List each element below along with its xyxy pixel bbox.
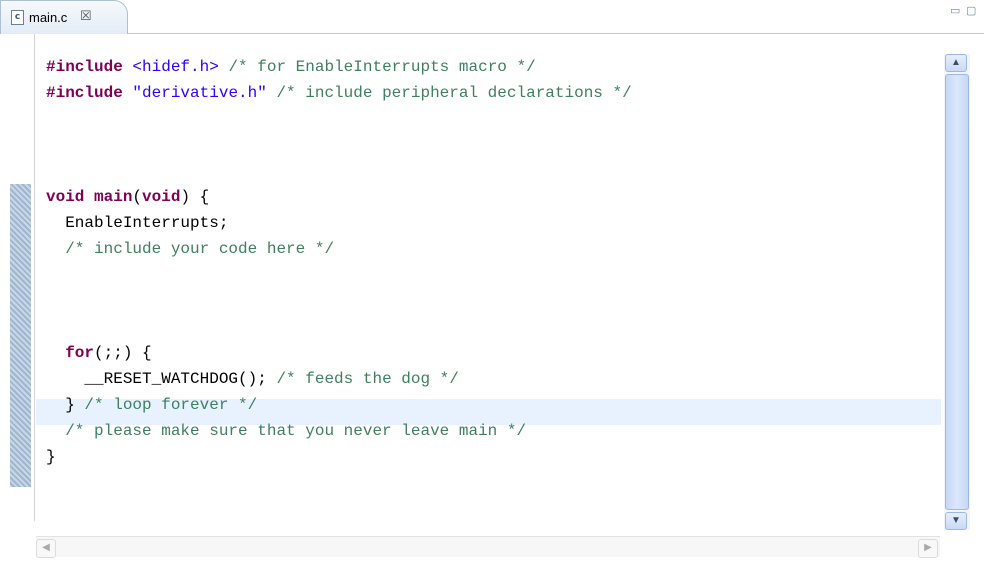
- code-line[interactable]: [46, 288, 632, 314]
- code-token: for: [46, 344, 95, 362]
- code-token: EnableInterrupts;: [46, 214, 229, 232]
- code-token: /* loop forever */: [84, 396, 258, 414]
- code-line[interactable]: [46, 262, 632, 288]
- code-line[interactable]: [46, 158, 632, 184]
- code-token: /* include peripheral declarations */: [266, 84, 632, 102]
- code-token: /* feeds the dog */: [266, 370, 459, 388]
- code-token: /* for EnableInterrupts macro */: [218, 58, 536, 76]
- code-token: (: [132, 188, 143, 206]
- code-line[interactable]: }: [46, 444, 632, 470]
- code-text[interactable]: #include <hidef.h> /* for EnableInterrup…: [46, 54, 632, 470]
- vertical-scroll-thumb[interactable]: [945, 74, 969, 510]
- code-line[interactable]: for(;;) {: [46, 340, 632, 366]
- code-line[interactable]: __RESET_WATCHDOG(); /* feeds the dog */: [46, 366, 632, 392]
- code-token: /* include your code here */: [46, 240, 335, 258]
- c-file-icon: c: [11, 10, 24, 25]
- maximize-icon[interactable]: ▢: [966, 4, 976, 17]
- code-line[interactable]: EnableInterrupts;: [46, 210, 632, 236]
- code-token: /* please make sure that you never leave…: [46, 422, 527, 440]
- code-token: (;;) {: [94, 344, 152, 362]
- minimize-icon[interactable]: ▭: [950, 4, 960, 17]
- horizontal-scrollbar[interactable]: ◀ ▶: [36, 536, 940, 558]
- gutter-divider: [34, 34, 35, 521]
- code-editor[interactable]: #include <hidef.h> /* for EnableInterrup…: [0, 34, 984, 561]
- overview-ruler-marker: [10, 184, 31, 487]
- code-token: #include: [46, 58, 133, 76]
- editor-tab-bar: c main.c ☒ ▭ ▢: [0, 0, 984, 34]
- code-token: "derivative.h": [132, 84, 267, 102]
- code-token: }: [46, 396, 85, 414]
- code-token: #include: [46, 84, 133, 102]
- tab-main-c[interactable]: c main.c ☒: [0, 0, 128, 34]
- code-line[interactable]: /* please make sure that you never leave…: [46, 418, 632, 444]
- code-token: void: [46, 188, 85, 206]
- code-token: }: [46, 448, 56, 466]
- code-line[interactable]: #include "derivative.h" /* include perip…: [46, 80, 632, 106]
- scroll-right-icon[interactable]: ▶: [918, 539, 938, 558]
- scroll-up-icon[interactable]: ▲: [945, 54, 967, 72]
- code-line[interactable]: [46, 132, 632, 158]
- code-token: main: [94, 188, 133, 206]
- code-token: ) {: [180, 188, 210, 206]
- scroll-left-icon[interactable]: ◀: [36, 539, 56, 558]
- tab-label: main.c: [29, 10, 68, 25]
- code-token: void: [142, 188, 181, 206]
- vertical-scrollbar[interactable]: ▲ ▼: [944, 54, 970, 530]
- code-token: __RESET_WATCHDOG();: [46, 370, 267, 388]
- code-line[interactable]: [46, 314, 632, 340]
- code-line[interactable]: void main(void) {: [46, 184, 632, 210]
- code-line[interactable]: /* include your code here */: [46, 236, 632, 262]
- close-tab-icon[interactable]: ☒: [80, 8, 92, 24]
- scroll-down-icon[interactable]: ▼: [945, 512, 967, 530]
- code-line[interactable]: #include <hidef.h> /* for EnableInterrup…: [46, 54, 632, 80]
- code-token: <hidef.h>: [132, 58, 219, 76]
- code-line[interactable]: [46, 106, 632, 132]
- code-line[interactable]: } /* loop forever */: [46, 392, 632, 418]
